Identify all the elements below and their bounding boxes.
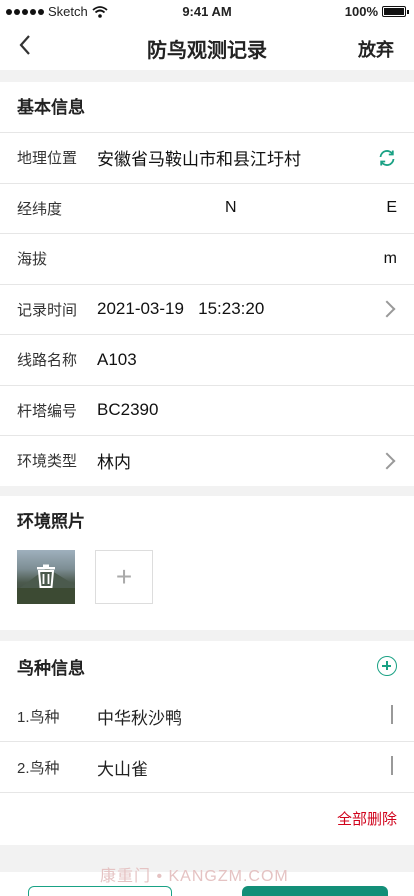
species-label: 1.鸟种 (17, 708, 60, 726)
location-row: 地理位置 安徽省马鞍山市和县江圩村 (0, 132, 414, 183)
line-name-row: 线路名称 A103 (0, 334, 414, 385)
location-label: 地理位置 (17, 150, 78, 168)
line-name-label: 线路名称 (17, 352, 78, 370)
basic-info-title: 基本信息 (17, 98, 85, 117)
photo-list: + (0, 546, 414, 626)
chevron-right-icon (391, 705, 393, 724)
latitude-input[interactable] (97, 193, 225, 223)
delete-all-button[interactable]: 全部删除 (337, 808, 397, 829)
altitude-unit: m (383, 249, 397, 267)
chevron-right-icon (391, 756, 393, 775)
longitude-input[interactable] (237, 193, 387, 223)
delete-all-row: 全部删除 (0, 793, 414, 843)
battery-icon (382, 6, 409, 17)
env-photos-section: 环境照片 + (0, 496, 414, 630)
location-value: 安徽省马鞍山市和县江圩村 (97, 150, 301, 170)
bird-info-section: 鸟种信息 1.鸟种 中华秋沙鸭 2.鸟种 大山雀 全部删除 (0, 641, 414, 845)
env-photos-title: 环境照片 (17, 512, 85, 531)
env-photo-thumbnail[interactable] (17, 550, 75, 604)
coords-row: 经纬度 N E (0, 182, 414, 234)
tower-no-input[interactable]: BC2390 (97, 400, 158, 420)
page-title: 防鸟观测记录 (147, 40, 267, 62)
add-species-icon[interactable] (377, 656, 397, 676)
watermark: 康重门 • KANGZM.COM (100, 868, 289, 885)
chevron-right-icon (378, 300, 396, 318)
primary-action-button[interactable] (242, 886, 388, 896)
species-value: 中华秋沙鸭 (97, 708, 182, 728)
nav-bar: 防鸟观测记录 放弃 (0, 22, 414, 70)
discard-button[interactable]: 放弃 (358, 36, 394, 62)
altitude-label: 海拔 (17, 251, 48, 269)
chevron-right-icon (378, 452, 396, 470)
tower-no-row: 杆塔编号 BC2390 (0, 384, 414, 436)
line-name-input[interactable]: A103 (97, 350, 137, 370)
coords-label: 经纬度 (17, 200, 63, 218)
env-type-label: 环境类型 (17, 453, 78, 471)
record-time-value: 2021-03-19 15:23:20 (97, 299, 265, 319)
secondary-action-button[interactable] (28, 886, 172, 896)
altitude-input[interactable] (97, 244, 384, 274)
longitude-unit: E (386, 199, 397, 217)
bird-info-title: 鸟种信息 (17, 658, 85, 678)
add-photo-button[interactable]: + (95, 550, 153, 604)
battery-percent: 100% (344, 4, 378, 19)
tower-no-label: 杆塔编号 (17, 402, 78, 420)
refresh-location-button[interactable] (377, 148, 397, 168)
record-time-label: 记录时间 (17, 301, 78, 319)
status-bar: Sketch 9:41 AM 100% (0, 0, 414, 22)
battery-area: 100% (344, 4, 409, 19)
bird-info-header: 鸟种信息 (0, 641, 414, 691)
altitude-row: 海拔 m (0, 233, 414, 284)
env-type-value: 林内 (97, 453, 131, 473)
basic-info-section: 基本信息 地理位置 安徽省马鞍山市和县江圩村 经纬度 N E 海拔 m 记录时间… (0, 82, 414, 486)
species-value: 大山雀 (97, 759, 148, 779)
latitude-unit: N (225, 199, 237, 217)
record-time-row[interactable]: 记录时间 2021-03-19 15:23:20 (0, 283, 414, 335)
species-row[interactable]: 2.鸟种 大山雀 (0, 742, 414, 793)
trash-icon[interactable] (36, 564, 56, 588)
refresh-icon (379, 149, 395, 166)
species-label: 2.鸟种 (17, 759, 60, 777)
env-type-row[interactable]: 环境类型 林内 (0, 435, 414, 486)
species-row[interactable]: 1.鸟种 中华秋沙鸭 (0, 691, 414, 742)
plus-icon: + (115, 561, 133, 592)
